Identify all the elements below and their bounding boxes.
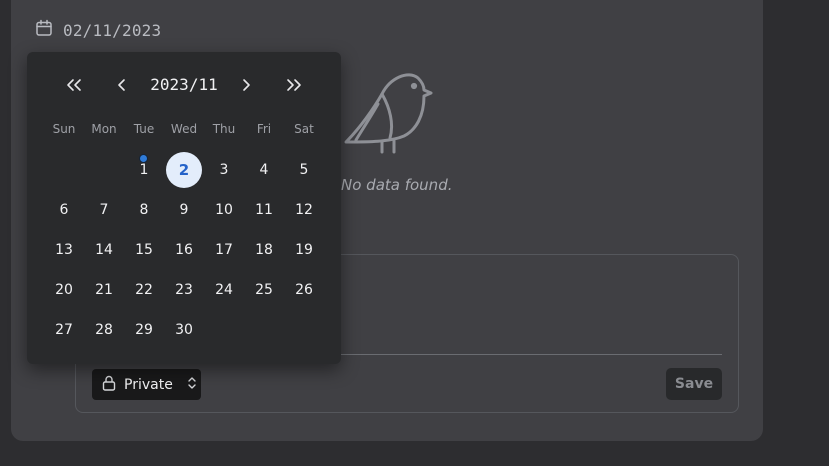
date-picker-popup: 2023/11 Sun Mon Tue Wed Thu Fri Sat 1234… [27,52,341,364]
calendar-day-number: 5 [299,162,309,178]
calendar-day-number: 7 [99,202,109,218]
chevron-left-icon[interactable] [110,74,134,96]
calendar-day-number: 25 [255,282,273,298]
calendar-day-number: 13 [55,242,73,258]
calendar-day[interactable]: 10 [204,190,244,230]
calendar-day[interactable]: 25 [244,270,284,310]
double-chevron-left-icon[interactable] [62,74,86,96]
calendar-day[interactable]: 12 [284,190,324,230]
calendar-day[interactable]: 29 [124,310,164,350]
calendar-day[interactable]: 26 [284,270,324,310]
today-indicator-dot [139,154,148,163]
calendar-day[interactable]: 9 [164,190,204,230]
calendar-day[interactable]: 11 [244,190,284,230]
calendar-day[interactable]: 1 [124,150,164,190]
calendar-day-number: 3 [219,162,229,178]
chevron-up-down-icon [187,375,197,395]
calendar-day[interactable]: 21 [84,270,124,310]
calendar-day-number: 17 [215,242,233,258]
weekday-label: Mon [91,122,117,136]
calendar-day[interactable]: 16 [164,230,204,270]
calendar-empty-cell [204,310,244,350]
calendar-empty-cell [84,150,124,190]
calendar-day-number: 22 [135,282,153,298]
calendar-nav: 2023/11 [27,72,341,98]
save-button[interactable]: Save [666,368,722,400]
calendar-day-number: 20 [55,282,73,298]
calendar-day-number: 23 [175,282,193,298]
empty-state-message: No data found. [341,176,453,194]
calendar-month-title[interactable]: 2023/11 [139,72,229,98]
calendar-day[interactable]: 3 [204,150,244,190]
calendar-day[interactable]: 6 [44,190,84,230]
calendar-icon [35,19,53,41]
weekday-label: Sun [52,122,76,136]
chevron-right-icon[interactable] [234,74,258,96]
calendar-day[interactable]: 30 [164,310,204,350]
calendar-empty-cell [44,150,84,190]
calendar-day-number: 18 [255,242,273,258]
calendar-day-number: 28 [95,322,113,338]
weekday-header: Sun Mon Tue Wed Thu Fri Sat [44,122,324,136]
calendar-day-number: 8 [139,202,149,218]
calendar-day[interactable]: 28 [84,310,124,350]
calendar-day[interactable]: 27 [44,310,84,350]
selected-date: 02/11/2023 [63,20,162,40]
composer-divider [340,354,722,355]
calendar-day[interactable]: 18 [244,230,284,270]
privacy-label: Private [124,376,173,393]
weekday-label: Thu [212,122,236,136]
calendar-day[interactable]: 15 [124,230,164,270]
bird-icon [338,68,436,154]
date-header[interactable]: 02/11/2023 [35,17,161,43]
calendar-day[interactable]: 20 [44,270,84,310]
calendar-day[interactable]: 24 [204,270,244,310]
calendar-day-number: 9 [179,202,189,218]
calendar-day-number: 21 [95,282,113,298]
weekday-label: Fri [256,122,272,136]
calendar-day-number: 14 [95,242,113,258]
calendar-days-grid: 1 2 3 4 5 6 7 8 9 10 11 12 13 14 15 16 17 18 19 20 21 22 23 24 2… [44,150,324,350]
calendar-day-number: 2 [166,152,202,188]
calendar-day-number: 27 [55,322,73,338]
calendar-day[interactable]: 13 [44,230,84,270]
calendar-day-number: 19 [295,242,313,258]
calendar-day[interactable]: 4 [244,150,284,190]
calendar-day[interactable]: 14 [84,230,124,270]
double-chevron-right-icon[interactable] [282,74,306,96]
calendar-day[interactable]: 2 [164,150,204,190]
calendar-day-number: 10 [215,202,233,218]
weekday-label: Tue [133,122,155,136]
calendar-day-number: 1 [139,162,149,178]
calendar-day[interactable]: 23 [164,270,204,310]
calendar-day[interactable]: 5 [284,150,324,190]
calendar-day-number: 24 [215,282,233,298]
calendar-empty-cell [244,310,284,350]
calendar-day-number: 26 [295,282,313,298]
calendar-day-number: 15 [135,242,153,258]
weekday-label: Wed [170,122,198,136]
weekday-label: Sat [294,122,314,136]
calendar-empty-cell [284,310,324,350]
calendar-day-number: 16 [175,242,193,258]
calendar-day-number: 30 [175,322,193,338]
calendar-day-number: 29 [135,322,153,338]
lock-icon [102,375,116,395]
privacy-select[interactable]: Private [92,369,201,400]
calendar-day[interactable]: 7 [84,190,124,230]
calendar-day-number: 11 [255,202,273,218]
calendar-day[interactable]: 17 [204,230,244,270]
calendar-day-number: 12 [295,202,313,218]
calendar-day-number: 6 [59,202,69,218]
calendar-day-number: 4 [259,162,269,178]
calendar-day[interactable]: 22 [124,270,164,310]
calendar-day[interactable]: 19 [284,230,324,270]
calendar-day[interactable]: 8 [124,190,164,230]
